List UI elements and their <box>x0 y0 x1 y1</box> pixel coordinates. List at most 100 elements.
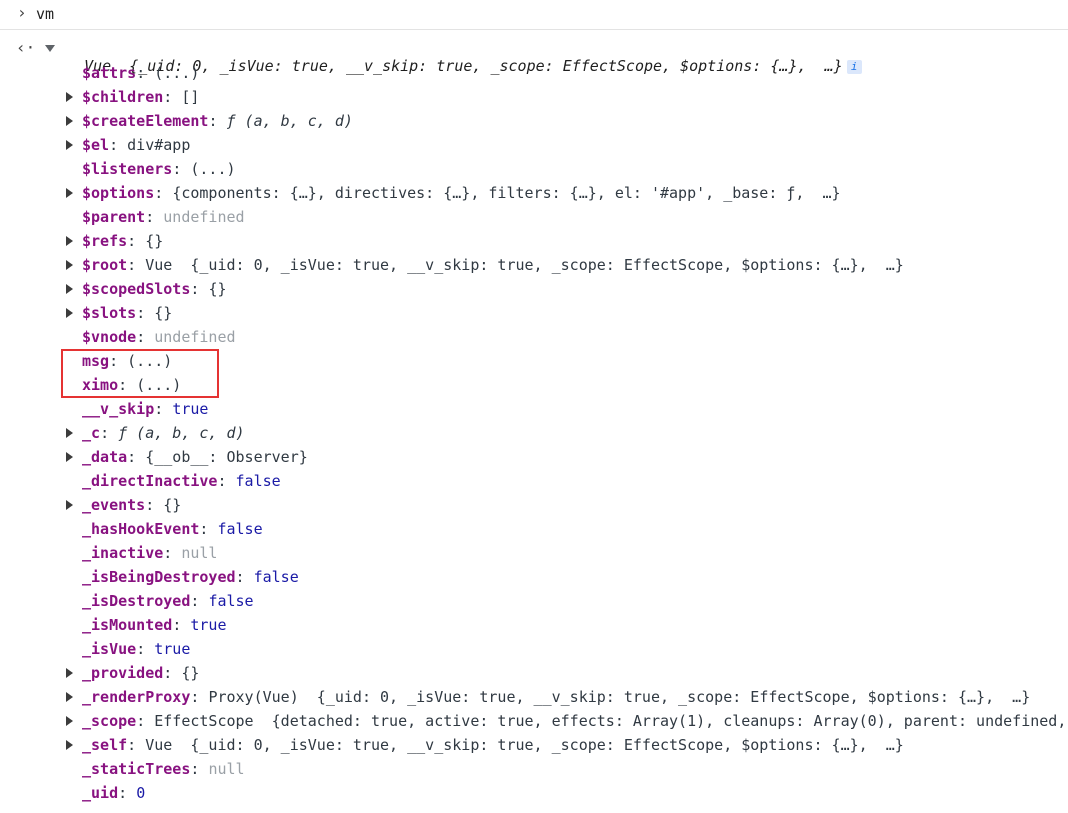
property-key: _isMounted <box>82 616 173 634</box>
property-key: $attrs <box>82 64 137 82</box>
property-key: _c <box>82 424 101 442</box>
expand-triangle-icon[interactable] <box>66 284 73 294</box>
property-key: $parent <box>82 208 146 226</box>
console-input-line[interactable]: › vm <box>0 0 1068 30</box>
property-row[interactable]: $createElement: ƒ (a, b, c, d) <box>82 109 353 133</box>
property-row: _isDestroyed: false <box>82 589 254 613</box>
property-row: _inactive: null <box>82 541 217 565</box>
property-value: false <box>235 472 281 490</box>
property-key: _data <box>82 448 128 466</box>
property-row: _isBeingDestroyed: false <box>82 565 299 589</box>
property-separator: : <box>199 520 218 538</box>
property-row: _isMounted: true <box>82 613 227 637</box>
property-row[interactable]: $slots: {} <box>82 301 172 325</box>
property-value[interactable]: (...) <box>154 64 199 82</box>
property-value: false <box>208 592 254 610</box>
property-separator: : <box>154 400 173 418</box>
property-row: _staticTrees: null <box>82 757 245 781</box>
property-row[interactable]: _renderProxy: Proxy(Vue) {_uid: 0, _isVu… <box>82 685 1030 709</box>
property-row: $vnode: undefined <box>82 325 236 349</box>
property-key: _renderProxy <box>82 688 191 706</box>
property-key: $root <box>82 256 128 274</box>
property-row[interactable]: _c: ƒ (a, b, c, d) <box>82 421 245 445</box>
property-key: $children <box>82 88 164 106</box>
property-value: undefined <box>154 328 236 346</box>
property-separator: : <box>136 304 155 322</box>
property-key: $vnode <box>82 328 137 346</box>
property-separator: : <box>136 328 155 346</box>
property-value: Proxy(Vue) {_uid: 0, _isVue: true, __v_s… <box>208 688 1031 706</box>
property-row[interactable]: $scopedSlots: {} <box>82 277 227 301</box>
property-key: _isVue <box>82 640 137 658</box>
property-separator: : <box>127 448 146 466</box>
expand-triangle-icon[interactable] <box>66 740 73 750</box>
property-row[interactable]: $options: {components: {…}, directives: … <box>82 181 841 205</box>
property-separator: : <box>127 736 146 754</box>
property-key: _directInactive <box>82 472 218 490</box>
property-row[interactable]: _provided: {} <box>82 661 199 685</box>
property-value: {} <box>208 280 227 298</box>
property-row[interactable]: $refs: {} <box>82 229 163 253</box>
property-key: _events <box>82 496 146 514</box>
property-value: false <box>217 520 263 538</box>
property-separator: : <box>190 760 209 778</box>
property-separator: : <box>127 256 146 274</box>
expand-triangle-icon[interactable] <box>66 236 73 246</box>
expand-triangle-icon[interactable] <box>66 116 73 126</box>
expand-triangle-icon[interactable] <box>66 140 73 150</box>
property-row[interactable]: $el: div#app <box>82 133 190 157</box>
property-row[interactable]: _scope: EffectScope {detached: true, act… <box>82 709 1066 733</box>
property-value: null <box>208 760 245 778</box>
property-value: {} <box>163 496 182 514</box>
property-value: Vue {_uid: 0, _isVue: true, __v_skip: tr… <box>145 256 904 274</box>
expand-triangle-icon[interactable] <box>66 668 73 678</box>
property-row[interactable]: $root: Vue {_uid: 0, _isVue: true, __v_s… <box>82 253 904 277</box>
property-value: 0 <box>136 784 146 802</box>
property-key: _staticTrees <box>82 760 191 778</box>
property-key: $options <box>82 184 155 202</box>
property-value: null <box>181 544 218 562</box>
property-key: _scope <box>82 712 137 730</box>
property-key: __v_skip <box>82 400 155 418</box>
property-row[interactable]: _self: Vue {_uid: 0, _isVue: true, __v_s… <box>82 733 904 757</box>
info-icon[interactable]: i <box>846 59 862 74</box>
property-value: ƒ (a, b, c, d) <box>226 112 353 130</box>
output-arrow-icon: ‹· <box>16 38 36 57</box>
property-key: _hasHookEvent <box>82 520 200 538</box>
expand-triangle-icon[interactable] <box>66 188 73 198</box>
expand-triangle-icon[interactable] <box>66 716 73 726</box>
expand-triangle-icon[interactable] <box>66 260 73 270</box>
property-separator: : <box>208 112 227 130</box>
expand-triangle-icon[interactable] <box>66 500 73 510</box>
expand-triangle-icon[interactable] <box>66 452 73 462</box>
property-separator: : <box>127 232 146 250</box>
property-key: $slots <box>82 304 137 322</box>
highlight-box <box>61 349 219 398</box>
property-row[interactable]: _data: {__ob__: Observer} <box>82 445 308 469</box>
prompt-chevron-icon: › <box>17 3 27 22</box>
property-separator: : <box>190 688 209 706</box>
property-separator: : <box>163 664 182 682</box>
expand-triangle-icon[interactable] <box>66 308 73 318</box>
expand-triangle-icon[interactable] <box>66 692 73 702</box>
console-input-text[interactable]: vm <box>36 5 54 23</box>
property-key: _uid <box>82 784 119 802</box>
property-value: undefined <box>163 208 245 226</box>
property-value: EffectScope {detached: true, active: tru… <box>154 712 1067 730</box>
property-separator: : <box>136 712 155 730</box>
property-key: _isBeingDestroyed <box>82 568 236 586</box>
expand-triangle-icon[interactable] <box>66 428 73 438</box>
property-separator: : <box>190 280 209 298</box>
property-row[interactable]: $children: [] <box>82 85 199 109</box>
expand-triangle-icon[interactable] <box>66 92 73 102</box>
property-separator: : <box>145 208 164 226</box>
property-value: true <box>154 640 191 658</box>
property-key: _self <box>82 736 128 754</box>
collapse-triangle-icon[interactable] <box>45 45 55 52</box>
property-separator: : <box>109 136 128 154</box>
property-value: false <box>253 568 299 586</box>
property-value[interactable]: (...) <box>190 160 235 178</box>
property-row[interactable]: _events: {} <box>82 493 181 517</box>
property-separator: : <box>136 640 155 658</box>
property-key: $refs <box>82 232 128 250</box>
